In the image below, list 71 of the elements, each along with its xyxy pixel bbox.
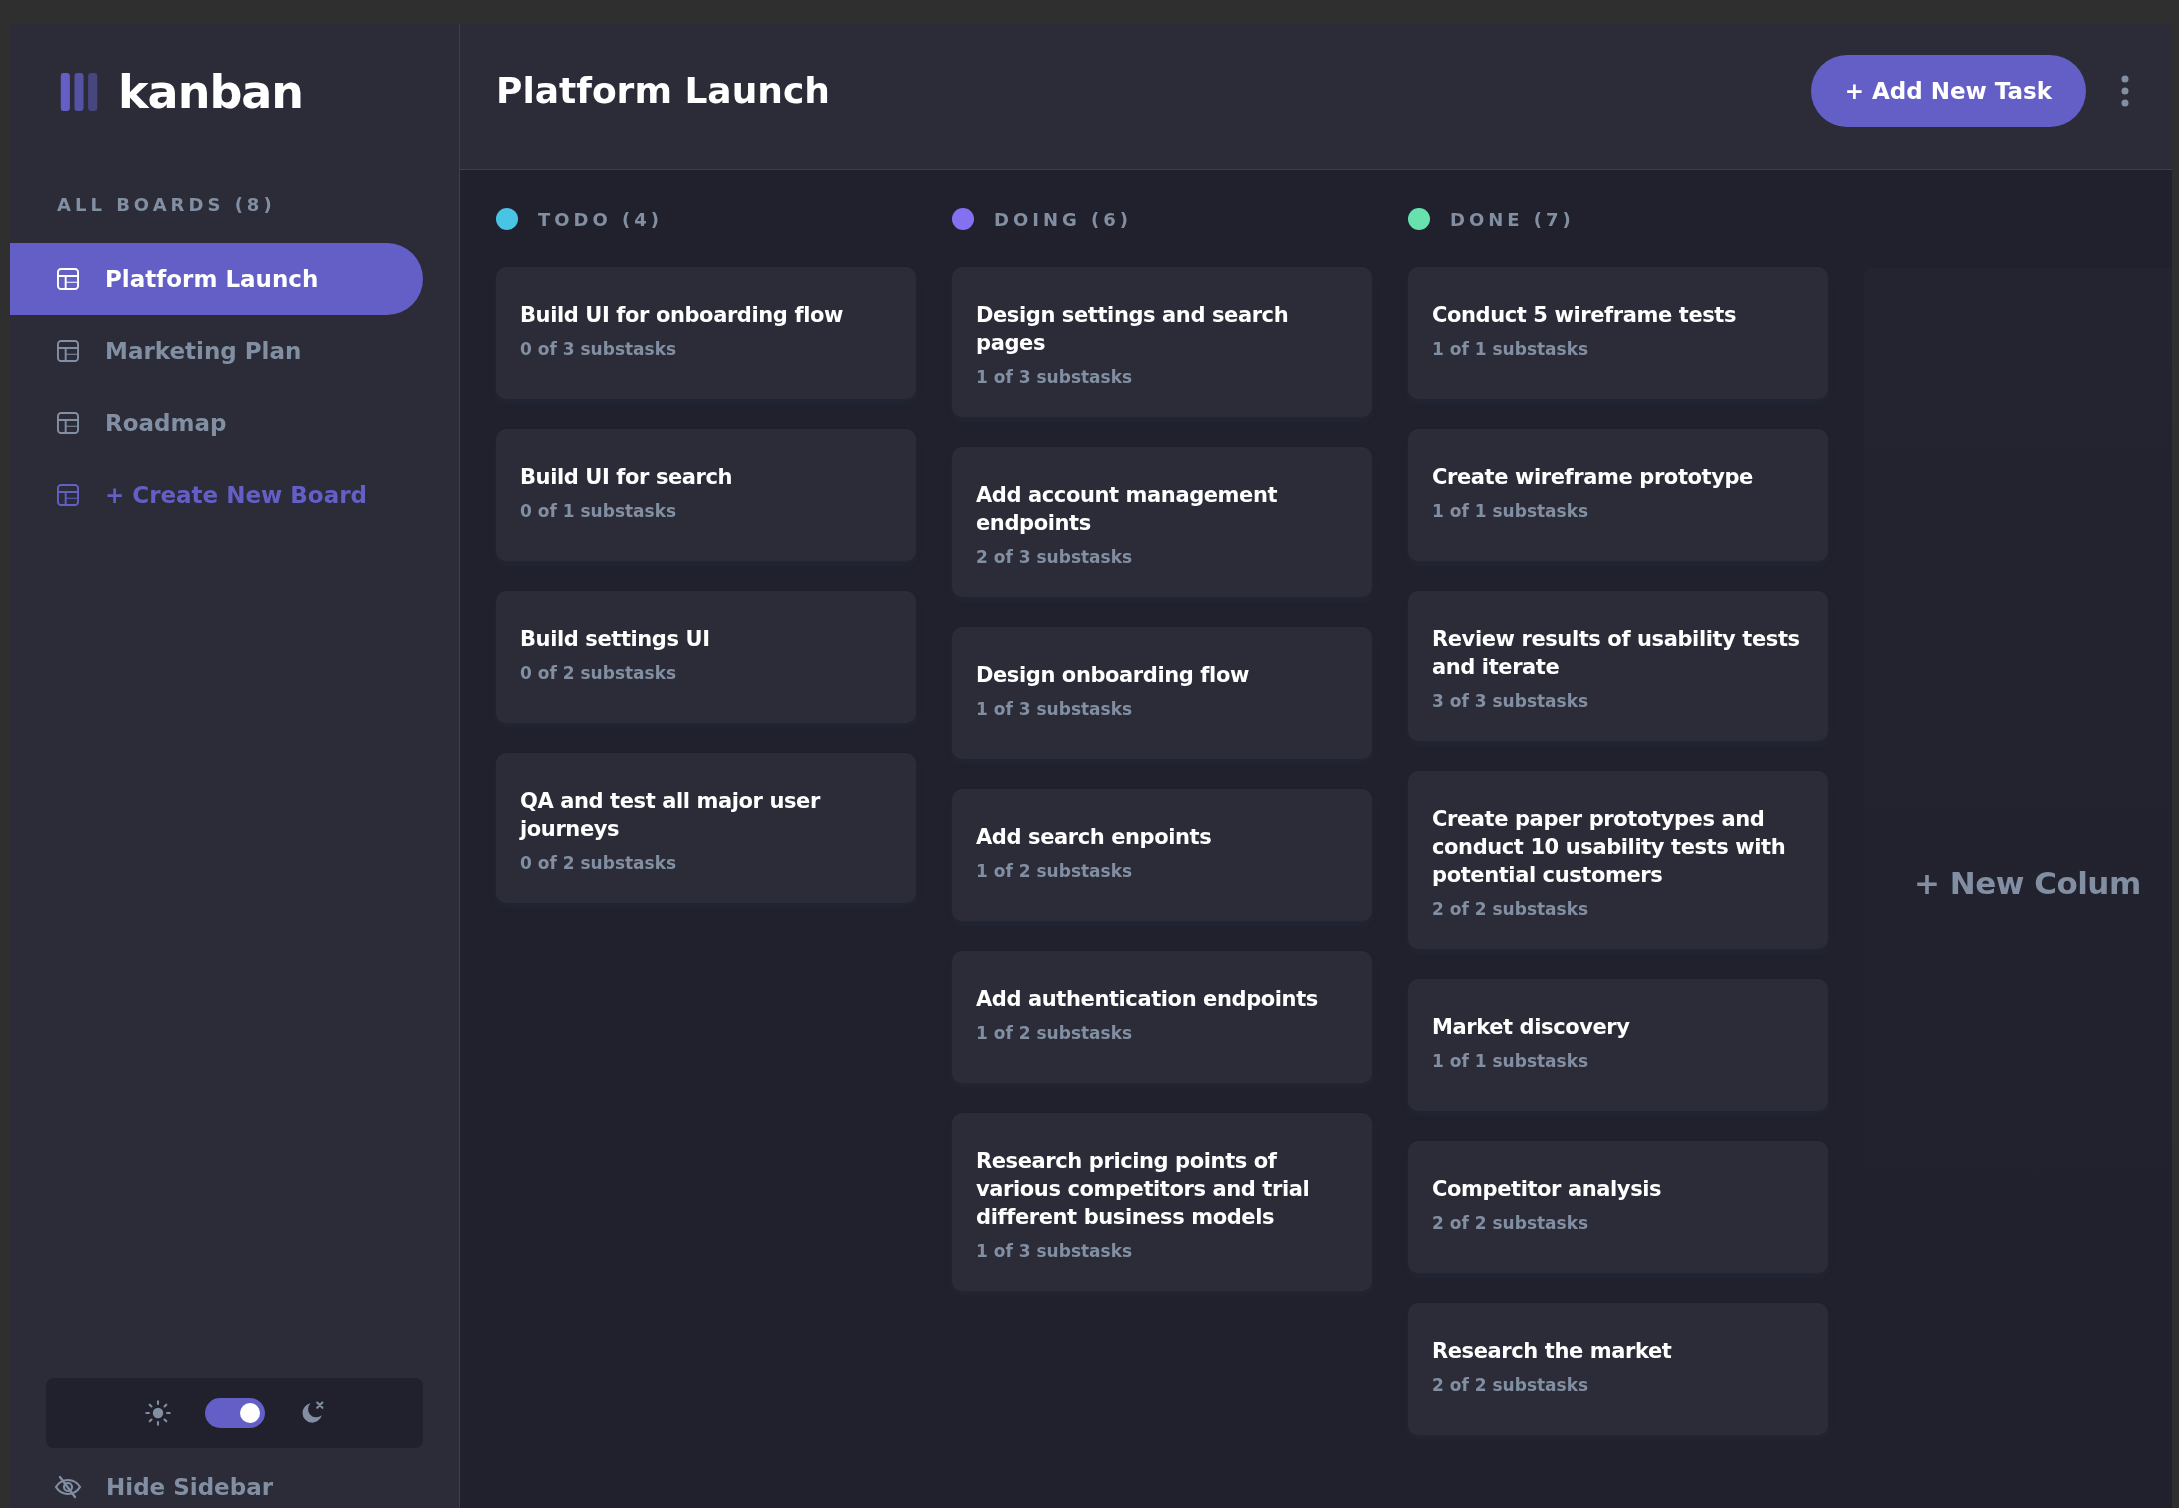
- task-card[interactable]: Create paper prototypes and conduct 10 usability tests with potential customers 2 of 2 substasks: [1408, 771, 1828, 949]
- board-icon: [57, 268, 79, 290]
- task-title: Add authentication endpoints: [976, 986, 1319, 1013]
- eye-slash-icon: [54, 1475, 82, 1499]
- column-heading: DONE (7): [1450, 208, 1575, 230]
- task-card[interactable]: Competitor analysis 2 of 2 substasks: [1408, 1141, 1828, 1273]
- task-title: Competitor analysis: [1432, 1176, 1663, 1203]
- subtask-count: 1 of 3 substasks: [976, 367, 1134, 387]
- task-title: Build UI for search: [520, 464, 734, 491]
- task-card[interactable]: Add account management endpoints 2 of 3 substasks: [952, 447, 1372, 597]
- logo-text: kanban: [118, 65, 304, 119]
- more-options-icon[interactable]: [2120, 74, 2130, 107]
- subtask-count: 0 of 2 substasks: [520, 663, 678, 683]
- subtask-count: 0 of 3 substasks: [520, 339, 678, 359]
- task-title: Market discovery: [1432, 1014, 1631, 1041]
- board-item[interactable]: Marketing Plan: [10, 315, 423, 387]
- task-card[interactable]: Add authentication endpoints 1 of 2 substasks: [952, 951, 1372, 1083]
- task-card[interactable]: Design onboarding flow 1 of 3 substasks: [952, 627, 1372, 759]
- task-title: Add search enpoints: [976, 824, 1213, 851]
- sun-icon: [144, 1400, 171, 1426]
- task-title: QA and test all major user journeys: [520, 788, 822, 843]
- board-icon: [57, 412, 79, 434]
- subtask-count: 1 of 1 substasks: [1432, 501, 1590, 521]
- subtask-count: 1 of 2 substasks: [976, 1023, 1134, 1043]
- subtask-count: 1 of 3 substasks: [976, 699, 1134, 719]
- subtask-count: 2 of 2 substasks: [1432, 1375, 1590, 1395]
- subtask-count: 1 of 3 substasks: [976, 1241, 1134, 1261]
- logo-bars-icon: [60, 73, 98, 111]
- task-card[interactable]: Build settings UI 0 of 2 substasks: [496, 591, 916, 723]
- subtask-count: 2 of 3 substasks: [976, 547, 1134, 567]
- column-heading: TODO (4): [538, 208, 664, 230]
- board-title: Platform Launch: [496, 70, 831, 113]
- subtask-count: 3 of 3 substasks: [1432, 691, 1590, 711]
- subtask-count: 2 of 2 substasks: [1432, 1213, 1590, 1233]
- subtask-count: 1 of 1 substasks: [1432, 339, 1590, 359]
- task-title: Research the market: [1432, 1338, 1673, 1365]
- task-title: Design onboarding flow: [976, 662, 1250, 689]
- task-card[interactable]: QA and test all major user journeys 0 of 2 substasks: [496, 753, 916, 903]
- column-heading: DOING (6): [994, 208, 1133, 230]
- task-card[interactable]: Research pricing points of various competitors and trial different business models 1 of 3 substasks: [952, 1113, 1372, 1291]
- board-icon: [57, 340, 79, 362]
- board-item[interactable]: Roadmap: [10, 387, 423, 459]
- task-title: Design settings and search pages: [976, 302, 1290, 357]
- task-title: Create paper prototypes and conduct 10 usability tests with potential customers: [1432, 806, 1787, 889]
- task-card[interactable]: Conduct 5 wireframe tests 1 of 1 substasks: [1408, 267, 1828, 399]
- board-item[interactable]: Platform Launch: [10, 243, 423, 315]
- task-card[interactable]: Research the market 2 of 2 substasks: [1408, 1303, 1828, 1435]
- subtask-count: 1 of 1 substasks: [1432, 1051, 1590, 1071]
- task-title: Create wireframe prototype: [1432, 464, 1754, 491]
- task-card[interactable]: Add search enpoints 1 of 2 substasks: [952, 789, 1372, 921]
- subtask-count: 2 of 2 substasks: [1432, 899, 1590, 919]
- subtask-count: 0 of 2 substasks: [520, 853, 678, 873]
- task-card[interactable]: Build UI for onboarding flow 0 of 3 substasks: [496, 267, 916, 399]
- task-title: Build settings UI: [520, 626, 711, 653]
- task-title: Review results of usability tests and iterate: [1432, 626, 1801, 681]
- board-icon: [57, 484, 79, 506]
- task-title: Research pricing points of various competitors and trial different business models: [976, 1148, 1311, 1231]
- task-card[interactable]: Design settings and search pages 1 of 3 substasks: [952, 267, 1372, 417]
- task-card[interactable]: Review results of usability tests and iterate 3 of 3 substasks: [1408, 591, 1828, 741]
- task-title: Add account management endpoints: [976, 482, 1279, 537]
- subtask-count: 0 of 1 substasks: [520, 501, 678, 521]
- theme-toggle[interactable]: [204, 1398, 265, 1428]
- subtask-count: 1 of 2 substasks: [976, 861, 1134, 881]
- boards-heading: ALL BOARDS (8): [56, 193, 277, 215]
- task-title: Build UI for onboarding flow: [520, 302, 844, 329]
- task-card[interactable]: Market discovery 1 of 1 substasks: [1408, 979, 1828, 1111]
- hide-sidebar-button[interactable]: Hide Sidebar: [10, 1448, 310, 1508]
- task-card[interactable]: Create wireframe prototype 1 of 1 substasks: [1408, 429, 1828, 561]
- add-task-button[interactable]: + Add New Task: [1810, 54, 2086, 127]
- task-title: Conduct 5 wireframe tests: [1432, 302, 1738, 329]
- task-card[interactable]: Build UI for search 0 of 1 substasks: [496, 429, 916, 561]
